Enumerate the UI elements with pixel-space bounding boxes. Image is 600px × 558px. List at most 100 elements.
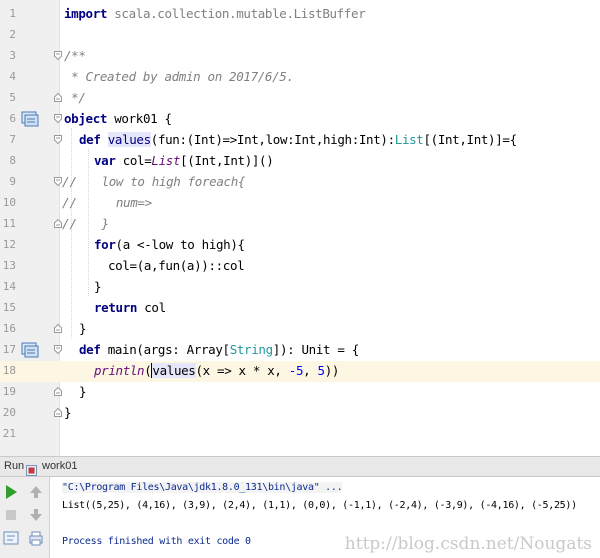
code-line-11: 11 // } bbox=[0, 214, 600, 235]
code-line-9: 9 // low to high foreach{ bbox=[0, 172, 600, 193]
keyword-var: var bbox=[94, 153, 116, 168]
code-line-5: 5 */ bbox=[0, 88, 600, 109]
line-comment: num=> bbox=[80, 195, 152, 210]
code-line-4: 4 * Created by admin on 2017/6/5. bbox=[0, 67, 600, 88]
code-line-8: 8 var col=List[(Int,Int)]() bbox=[0, 151, 600, 172]
code-editor[interactable]: 1 import scala.collection.mutable.ListBu… bbox=[0, 0, 600, 456]
line-number: 16 bbox=[2, 322, 16, 335]
println-call: println bbox=[94, 363, 145, 378]
code-line-7: 7 def values(fun:(Int)=>Int,low:Int,high… bbox=[0, 130, 600, 151]
fold-open-icon[interactable] bbox=[54, 51, 62, 60]
print-icon[interactable] bbox=[27, 529, 45, 547]
method-name-values[interactable]: values bbox=[107, 132, 151, 147]
code-line-13: 13 col=(a,fun(a))::col bbox=[0, 256, 600, 277]
keyword-import: import bbox=[64, 6, 108, 21]
line-number: 5 bbox=[9, 91, 16, 104]
code-line-6: 6 object work01 { bbox=[0, 109, 600, 130]
line-number: 11 bbox=[2, 217, 16, 230]
main-signature: main(args: Array[ bbox=[100, 342, 230, 357]
line-number: 17 bbox=[2, 343, 16, 356]
object-icon[interactable] bbox=[21, 111, 39, 127]
line-number: 19 bbox=[2, 385, 16, 398]
line-number: 6 bbox=[9, 112, 16, 125]
fold-open-icon[interactable] bbox=[54, 135, 62, 144]
code-line-15: 15 return col bbox=[0, 298, 600, 319]
run-panel: "C:\Program Files\Java\jdk1.8.0_131\bin\… bbox=[0, 477, 600, 558]
code-line-2: 2 bbox=[0, 25, 600, 46]
line-number: 2 bbox=[9, 28, 16, 41]
line-number: 15 bbox=[2, 301, 16, 314]
call-close: )) bbox=[324, 363, 340, 378]
fold-open-icon[interactable] bbox=[54, 177, 62, 186]
line-number: 7 bbox=[9, 133, 16, 146]
values-usage-v[interactable]: v bbox=[152, 363, 160, 378]
type-string: String bbox=[229, 342, 273, 357]
comment-marker: // bbox=[62, 195, 78, 210]
method-override-icon[interactable] bbox=[21, 342, 39, 358]
wrap-icon[interactable] bbox=[2, 529, 20, 547]
number-literal: 5 bbox=[317, 363, 326, 378]
code-line-18-current: 18 println(values(x => x * x, -5, 5)) bbox=[0, 361, 600, 382]
fold-close-icon[interactable] bbox=[54, 324, 62, 333]
main-return: ]): Unit = { bbox=[272, 342, 359, 357]
doc-comment-close: */ bbox=[64, 90, 86, 105]
stop-icon[interactable] bbox=[2, 506, 20, 524]
keyword-for: for bbox=[94, 237, 116, 252]
fold-close-icon[interactable] bbox=[54, 93, 62, 102]
code-line-17: 17 def main(args: Array[String]): Unit =… bbox=[0, 340, 600, 361]
doc-comment-text: * Created by admin on 2017/6/5. bbox=[64, 69, 294, 84]
fold-open-icon[interactable] bbox=[54, 114, 62, 123]
console-exit-message: Process finished with exit code 0 bbox=[62, 536, 251, 547]
code-line-10: 10 // num=> bbox=[0, 193, 600, 214]
fold-close-icon[interactable] bbox=[54, 219, 62, 228]
type-list: List bbox=[394, 132, 424, 147]
code-line-21: 21 bbox=[0, 424, 600, 445]
run-tab-work01[interactable]: work01 bbox=[42, 460, 77, 472]
var-col: col= bbox=[115, 153, 152, 168]
keyword-object: object bbox=[64, 111, 108, 126]
line-number: 12 bbox=[2, 238, 16, 251]
keyword-def: def bbox=[79, 342, 101, 357]
var-type: [(Int,Int)]() bbox=[180, 153, 274, 168]
values-usage-rest[interactable]: alues bbox=[159, 363, 196, 378]
list-constructor: List bbox=[151, 153, 181, 168]
line-comment: } bbox=[80, 216, 110, 231]
close-brace: } bbox=[79, 384, 87, 399]
comma: , bbox=[303, 363, 318, 378]
run-icon[interactable] bbox=[2, 483, 20, 501]
line-comment: low to high foreach{ bbox=[80, 174, 246, 189]
line-number: 3 bbox=[9, 49, 16, 62]
line-number: 13 bbox=[2, 259, 16, 272]
run-toolbar bbox=[0, 477, 50, 558]
console-result: List((5,25), (4,16), (3,9), (2,4), (1,1)… bbox=[62, 500, 577, 511]
line-number: 21 bbox=[2, 427, 16, 440]
values-signature: (fun:(Int)=>Int,low:Int,high:Int): bbox=[150, 132, 395, 147]
fold-close-icon[interactable] bbox=[54, 408, 62, 417]
doc-comment-open: /** bbox=[64, 48, 86, 63]
code-line-12: 12 for(a <-low to high){ bbox=[0, 235, 600, 256]
line-number: 14 bbox=[2, 280, 16, 293]
line-number: 18 bbox=[2, 364, 16, 377]
line-number: 9 bbox=[9, 175, 16, 188]
fold-close-icon[interactable] bbox=[54, 387, 62, 396]
import-path: scala.collection.mutable.ListBuffer bbox=[107, 6, 366, 21]
down-arrow-icon[interactable] bbox=[27, 506, 45, 524]
values-return: [(Int,Int)]={ bbox=[423, 132, 517, 147]
keyword-return: return bbox=[94, 300, 138, 315]
close-brace: } bbox=[64, 405, 72, 420]
up-arrow-icon[interactable] bbox=[27, 483, 45, 501]
code-line-14: 14 } bbox=[0, 277, 600, 298]
line-number: 10 bbox=[2, 196, 16, 209]
for-clause: (a <-low to high){ bbox=[115, 237, 246, 252]
fold-open-icon[interactable] bbox=[54, 345, 62, 354]
code-line-3: 3 /** bbox=[0, 46, 600, 67]
code-line-16: 16 } bbox=[0, 319, 600, 340]
console-command[interactable]: "C:\Program Files\Java\jdk1.8.0_131\bin\… bbox=[62, 482, 343, 493]
watermark: http://blog.csdn.net/Nougats bbox=[344, 534, 592, 554]
comment-marker: // bbox=[62, 216, 78, 231]
close-brace: } bbox=[94, 279, 102, 294]
col-assignment: col=(a,fun(a))::col bbox=[108, 258, 245, 273]
number-literal: -5 bbox=[288, 363, 304, 378]
close-brace: } bbox=[79, 321, 87, 336]
line-number: 1 bbox=[9, 7, 16, 20]
